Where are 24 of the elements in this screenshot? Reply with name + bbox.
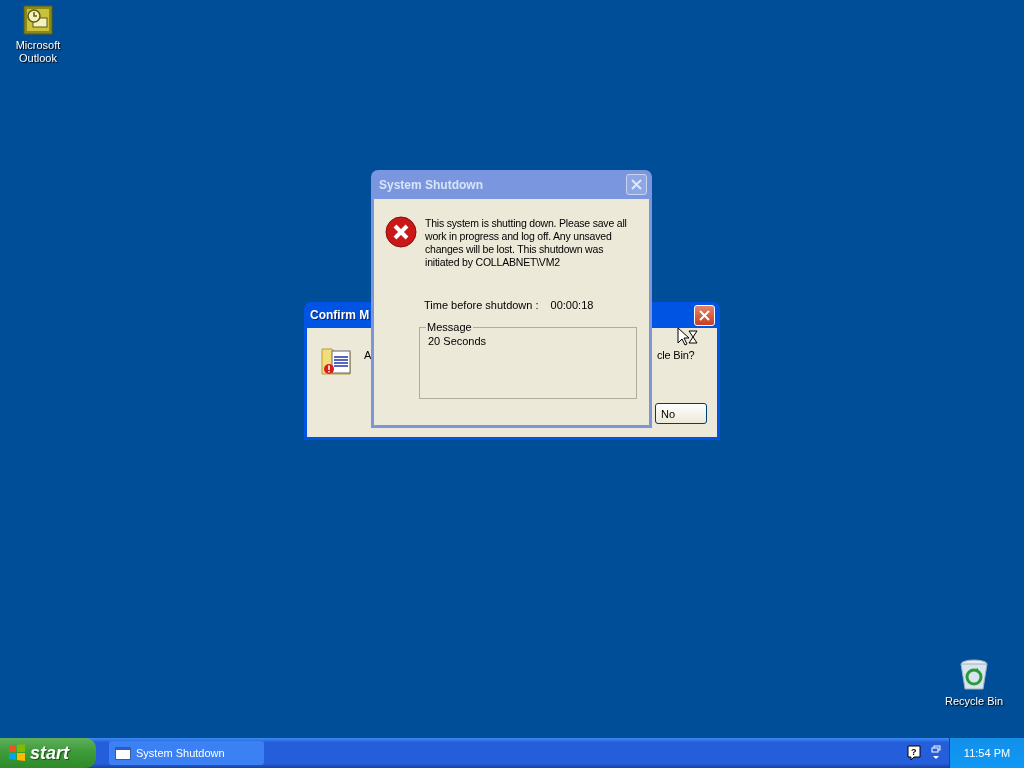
help-icon[interactable]: ?	[907, 745, 921, 761]
calendar-clock-icon	[23, 5, 53, 35]
close-icon	[699, 309, 710, 321]
window-title: System Shutdown	[379, 177, 483, 192]
countdown-value: 00:00:18	[550, 299, 594, 311]
windows-flag-icon	[8, 744, 26, 762]
message-text: This system is shutting down. Please save all work in progress and log off. Any unsaved changes will be lost. This shutdown was initiated by COLLABNET\VM2	[425, 217, 628, 269]
busy-cursor-icon	[677, 327, 699, 347]
error-icon	[385, 216, 417, 248]
icon-label[interactable]: Microsoft Outlook	[0, 39, 76, 65]
start-button[interactable]: start	[0, 738, 96, 768]
recycle-bin-icon	[959, 659, 989, 691]
group-text: 20 Seconds	[428, 335, 487, 347]
message-text: cle Bin?	[657, 349, 695, 361]
time-label: Time before shutdown :	[424, 299, 539, 311]
window-title: Confirm M	[310, 308, 370, 322]
group-label: Message	[426, 321, 473, 333]
message-text: A	[364, 349, 372, 361]
window-icon	[115, 746, 131, 760]
taskbar-button[interactable]: System Shutdown	[109, 741, 264, 765]
no-button[interactable]: No	[655, 403, 707, 424]
close-icon	[631, 179, 642, 190]
icon-label[interactable]: Recycle Bin	[944, 695, 1004, 708]
network-icon[interactable]	[931, 745, 941, 761]
